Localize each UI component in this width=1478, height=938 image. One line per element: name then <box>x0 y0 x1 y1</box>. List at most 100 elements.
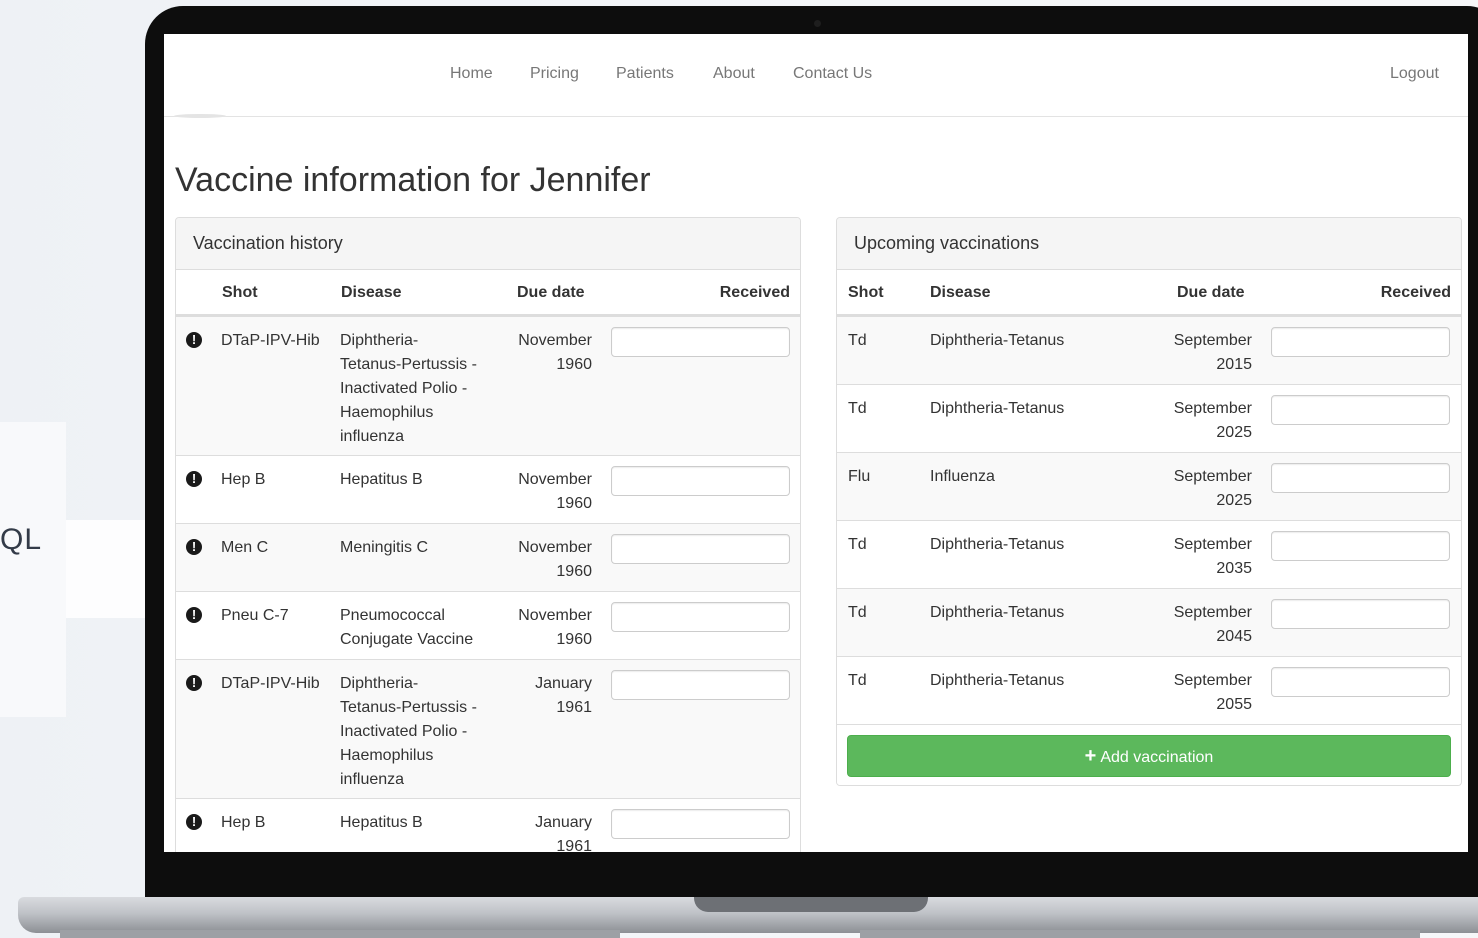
received-input[interactable] <box>1271 327 1450 357</box>
background-text: QL <box>0 523 43 556</box>
warning-icon: ! <box>186 607 202 623</box>
disease-cell: Diphtheria- Tetanus-Pertussis - Inactivate… <box>340 675 477 788</box>
disease-cell: Hepatitus B <box>340 471 423 488</box>
table-row: ! Pneu C-7 Pneumococcal Conjugate Vaccine… <box>176 591 800 659</box>
panel-title: Vaccination history <box>193 233 343 253</box>
disease-cell: Diphtheria-Tetanus <box>930 536 1065 553</box>
nav-about[interactable]: About <box>713 65 755 83</box>
upcoming-vaccinations-panel: Upcoming vaccinations Shot Disease Due d… <box>836 217 1462 786</box>
laptop-notch <box>694 897 928 912</box>
nav-pricing[interactable]: Pricing <box>530 65 579 83</box>
table-row: ! Men C Meningitis C November 1960 <box>176 523 800 591</box>
disease-cell: Pneumococcal Conjugate Vaccine <box>340 607 474 648</box>
warning-icon: ! <box>186 332 202 348</box>
column-header-disease: Disease <box>341 284 402 301</box>
laptop-foot <box>60 930 620 938</box>
warning-icon: ! <box>186 471 202 487</box>
shot-cell: Hep B <box>221 814 266 831</box>
shot-cell: Hep B <box>221 471 266 488</box>
table-row: Flu Influenza September 2025 <box>837 452 1461 520</box>
due-date-cell: September 2025 <box>1173 400 1252 441</box>
due-date-cell: September 2035 <box>1173 536 1252 577</box>
due-date-cell: September 2025 <box>1173 468 1252 509</box>
table-header: Shot Disease Due date Received <box>837 270 1461 316</box>
table-row: Td Diphtheria-Tetanus September 2025 <box>837 384 1461 452</box>
shot-cell: Td <box>848 672 867 689</box>
column-header-shot: Shot <box>222 284 258 301</box>
table-row: ! Hep B Hepatitus B January 1961 <box>176 798 800 852</box>
due-date-cell: November 1960 <box>518 332 592 373</box>
table-row: Td Diphtheria-Tetanus September 2055 <box>837 656 1461 724</box>
navbar: Home Pricing Patients About Contact Us L… <box>164 34 1468 117</box>
column-header-disease: Disease <box>930 284 991 301</box>
disease-cell: Diphtheria-Tetanus <box>930 332 1065 349</box>
background-panel <box>66 520 146 618</box>
due-date-cell: November 1960 <box>518 539 592 580</box>
due-date-cell: September 2045 <box>1173 604 1252 645</box>
received-input[interactable] <box>611 602 790 632</box>
received-input[interactable] <box>611 534 790 564</box>
nav-patients[interactable]: Patients <box>616 65 674 83</box>
add-vaccination-button[interactable]: + Add vaccination <box>847 735 1451 777</box>
laptop-foot <box>860 930 1420 938</box>
column-header-received: Received <box>1380 284 1451 301</box>
page-title: Vaccine information for Jennifer <box>175 161 651 199</box>
shot-cell: Td <box>848 400 867 417</box>
received-input[interactable] <box>1271 531 1450 561</box>
disease-cell: Diphtheria-Tetanus <box>930 604 1065 621</box>
plus-icon: + <box>1084 745 1097 767</box>
column-header-due-date: Due date <box>1177 284 1245 301</box>
received-input[interactable] <box>1271 667 1450 697</box>
background-panel <box>0 422 66 717</box>
table-row: Td Diphtheria-Tetanus September 2045 <box>837 588 1461 656</box>
received-input[interactable] <box>1271 599 1450 629</box>
warning-icon: ! <box>186 539 202 555</box>
browser-screen: Home Pricing Patients About Contact Us L… <box>164 34 1468 852</box>
due-date-cell: September 2015 <box>1173 332 1252 373</box>
disease-cell: Diphtheria-Tetanus <box>930 672 1065 689</box>
received-input[interactable] <box>611 809 790 839</box>
disease-cell: Diphtheria- Tetanus-Pertussis - Inactivate… <box>340 332 477 445</box>
table-row: Td Diphtheria-Tetanus September 2015 <box>837 316 1461 384</box>
shot-cell: Td <box>848 604 867 621</box>
received-input[interactable] <box>1271 395 1450 425</box>
disease-cell: Hepatitus B <box>340 814 423 831</box>
warning-icon: ! <box>186 814 202 830</box>
received-input[interactable] <box>1271 463 1450 493</box>
table-row: ! Hep B Hepatitus B November 1960 <box>176 455 800 523</box>
logout-link[interactable]: Logout <box>1390 65 1439 83</box>
table-row: ! DTaP-IPV-Hib Diphtheria- Tetanus-Pertus… <box>176 316 800 455</box>
shot-cell: Men C <box>221 539 269 556</box>
vaccination-history-panel: Vaccination history Shot Disease Due dat… <box>175 217 801 852</box>
column-header-due-date: Due date <box>517 284 585 301</box>
due-date-cell: September 2055 <box>1173 672 1252 713</box>
panel-footer: + Add vaccination <box>837 724 1461 785</box>
table-row: Td Diphtheria-Tetanus September 2035 <box>837 520 1461 588</box>
column-header-received: Received <box>719 284 790 301</box>
table-row: ! DTaP-IPV-Hib Diphtheria- Tetanus-Pertus… <box>176 659 800 798</box>
due-date-cell: November 1960 <box>518 471 592 512</box>
due-date-cell: November 1960 <box>518 607 592 648</box>
shot-cell: Flu <box>848 468 871 485</box>
received-input[interactable] <box>611 670 790 700</box>
warning-icon: ! <box>186 675 202 691</box>
add-vaccination-label: Add vaccination <box>1100 749 1214 766</box>
due-date-cell: January 1961 <box>535 675 592 716</box>
shot-cell: Td <box>848 332 867 349</box>
brand-logo-shadow <box>174 114 226 118</box>
nav-contact-us[interactable]: Contact Us <box>793 65 872 83</box>
shot-cell: Td <box>848 536 867 553</box>
panel-title: Upcoming vaccinations <box>854 233 1040 253</box>
disease-cell: Meningitis C <box>340 539 429 556</box>
panel-heading: Upcoming vaccinations <box>837 218 1461 270</box>
nav-home[interactable]: Home <box>450 65 493 83</box>
received-input[interactable] <box>611 466 790 496</box>
received-input[interactable] <box>611 327 790 357</box>
disease-cell: Diphtheria-Tetanus <box>930 400 1065 417</box>
table-header: Shot Disease Due date Received <box>176 270 800 316</box>
due-date-cell: January 1961 <box>535 814 592 852</box>
shot-cell: DTaP-IPV-Hib <box>221 332 320 349</box>
shot-cell: DTaP-IPV-Hib <box>221 675 320 692</box>
shot-cell: Pneu C-7 <box>221 607 289 624</box>
webcam <box>814 20 821 27</box>
